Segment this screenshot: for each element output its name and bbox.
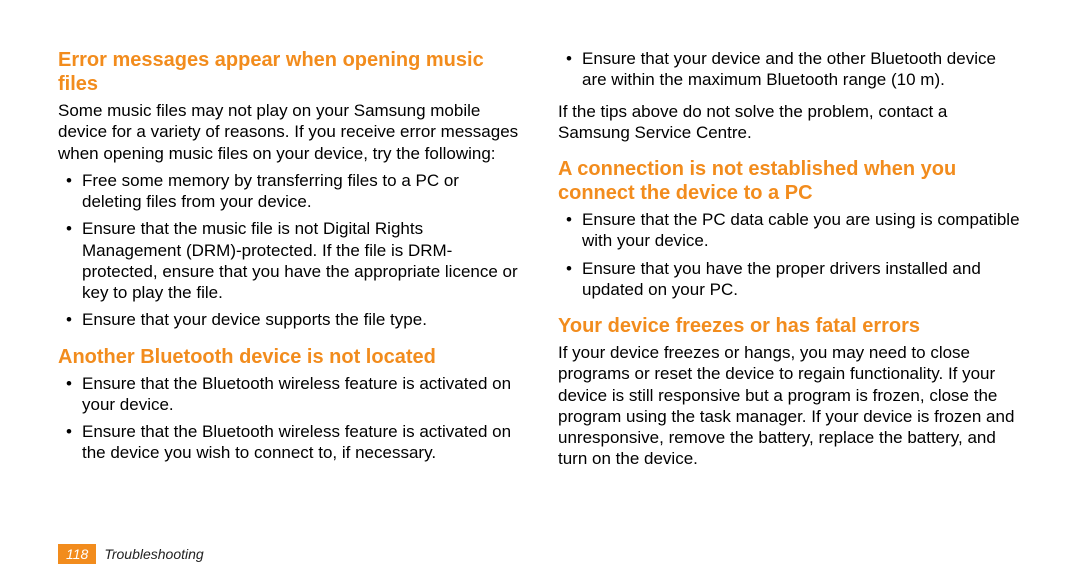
heading-device-freezes: Your device freezes or has fatal errors xyxy=(558,314,1022,338)
list-item: Ensure that the PC data cable you are us… xyxy=(582,209,1022,252)
list-bluetooth-not-located: Ensure that the Bluetooth wireless featu… xyxy=(58,373,522,464)
list-item: Ensure that the Bluetooth wireless featu… xyxy=(82,373,522,416)
heading-pc-connection: A connection is not established when you… xyxy=(558,157,1022,205)
page-columns: Error messages appear when opening music… xyxy=(58,48,1022,528)
list-item: Ensure that the music file is not Digita… xyxy=(82,218,522,303)
heading-music-files: Error messages appear when opening music… xyxy=(58,48,522,96)
list-item: Free some memory by transferring files t… xyxy=(82,170,522,213)
right-column: Ensure that your device and the other Bl… xyxy=(558,48,1022,528)
body-device-freezes: If your device freezes or hangs, you may… xyxy=(558,342,1022,470)
list-item: Ensure that your device and the other Bl… xyxy=(582,48,1022,91)
list-item: Ensure that the Bluetooth wireless featu… xyxy=(82,421,522,464)
left-column: Error messages appear when opening music… xyxy=(58,48,522,528)
list-item: Ensure that your device supports the fil… xyxy=(82,309,522,330)
page-number-badge: 118 xyxy=(58,544,96,564)
intro-music-files: Some music files may not play on your Sa… xyxy=(58,100,522,164)
list-pc-connection: Ensure that the PC data cable you are us… xyxy=(558,209,1022,300)
list-item: Ensure that you have the proper drivers … xyxy=(582,258,1022,301)
note-service-centre: If the tips above do not solve the probl… xyxy=(558,101,1022,144)
page-footer: 118 Troubleshooting xyxy=(58,544,204,564)
list-music-files: Free some memory by transferring files t… xyxy=(58,170,522,331)
footer-section-label: Troubleshooting xyxy=(104,546,203,562)
list-bluetooth-continued: Ensure that your device and the other Bl… xyxy=(558,48,1022,91)
heading-bluetooth-not-located: Another Bluetooth device is not located xyxy=(58,345,522,369)
